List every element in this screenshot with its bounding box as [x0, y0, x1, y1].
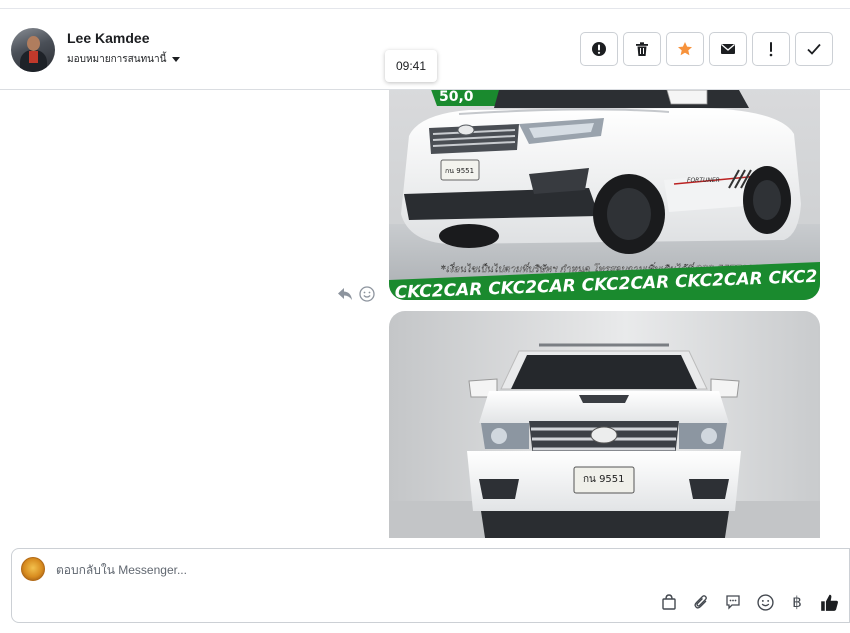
conversation-toolbar: [580, 32, 833, 66]
caret-down-icon: [172, 57, 181, 62]
star-button[interactable]: [666, 32, 704, 66]
shop-bag-button[interactable]: [659, 592, 679, 612]
avatar-figure-head: [27, 36, 40, 51]
assign-conversation-label: มอบหมายการสนทนานี้: [67, 54, 167, 65]
emoji-icon: [756, 593, 774, 611]
timestamp-tooltip: 09:41: [385, 50, 437, 82]
composer-toolbar: ฿: [659, 592, 839, 612]
emoji-reaction-icon[interactable]: [359, 286, 375, 302]
message-image-car-front-angle[interactable]: 50,0 กน 9551 FORTUNER *เงื่อนไขเป็นไปตาม…: [389, 90, 820, 300]
message-thread[interactable]: 50,0 กน 9551 FORTUNER *เงื่อนไขเป็นไปตาม…: [0, 90, 850, 538]
plate-text-2: กน 9551: [583, 474, 625, 485]
contact-avatar[interactable]: [11, 28, 55, 72]
car-photo-1: 50,0 กน 9551 FORTUNER *เงื่อนไขเป็นไปตาม…: [389, 90, 820, 300]
exclamation-icon: [769, 42, 773, 57]
saved-replies-button[interactable]: [723, 592, 743, 612]
message-image-car-front[interactable]: กน 9551: [389, 311, 820, 538]
contact-name[interactable]: Lee Kamdee: [67, 30, 149, 46]
reply-icon[interactable]: [337, 287, 353, 301]
messenger-conversation-window: Lee Kamdee มอบหมายการสนทนานี้ 09:41 50,0…: [0, 0, 850, 633]
message-actions: [337, 286, 375, 302]
delete-button[interactable]: [623, 32, 661, 66]
thumbs-up-icon: [820, 594, 838, 611]
like-button[interactable]: [819, 592, 839, 612]
svg-text:50,0: 50,0: [439, 90, 474, 105]
star-icon: [678, 42, 692, 56]
attach-button[interactable]: [691, 592, 711, 612]
chat-bubble-icon: [726, 595, 740, 610]
spam-button[interactable]: [580, 32, 618, 66]
checkmark-icon: [807, 43, 821, 55]
reply-composer: ฿: [11, 548, 850, 623]
avatar-figure-shirt: [29, 51, 38, 63]
mark-unread-button[interactable]: [709, 32, 747, 66]
done-button[interactable]: [795, 32, 833, 66]
shopping-bag-icon: [662, 594, 676, 610]
car-photo-2: กน 9551: [389, 343, 820, 538]
envelope-icon: [721, 44, 735, 54]
model-decal: FORTUNER: [687, 177, 720, 184]
reply-input[interactable]: [56, 563, 756, 577]
follow-up-button[interactable]: [752, 32, 790, 66]
baht-icon: ฿: [792, 593, 802, 611]
paperclip-icon: [694, 595, 707, 609]
alert-circle-icon: [592, 42, 606, 56]
plate-text-1: กน 9551: [445, 167, 474, 175]
emoji-button[interactable]: [755, 592, 775, 612]
page-avatar: [21, 557, 45, 581]
assign-conversation-dropdown[interactable]: มอบหมายการสนทนานี้: [67, 52, 181, 67]
trash-icon: [636, 42, 648, 56]
payment-button[interactable]: ฿: [787, 592, 807, 612]
